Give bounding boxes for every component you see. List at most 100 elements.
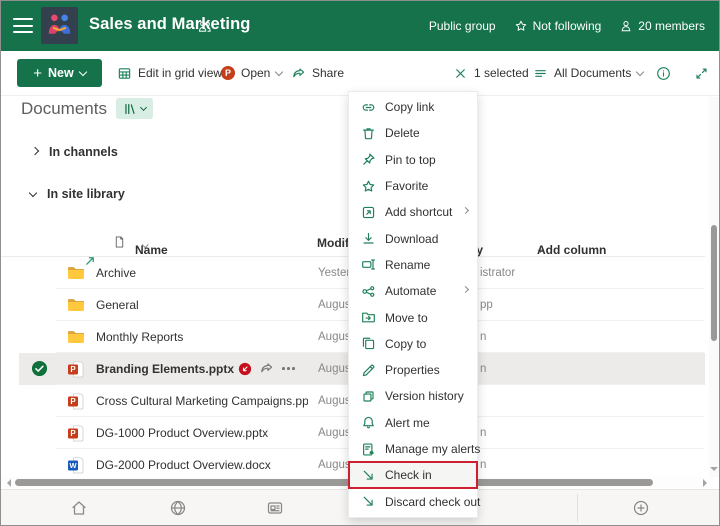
file-name[interactable]: Branding Elements.pptx	[96, 362, 234, 376]
file-name[interactable]: Cross Cultural Marketing Campaigns.pptx	[96, 394, 308, 408]
teams-icon[interactable]	[197, 19, 212, 34]
add-shortcut-icon	[361, 205, 376, 220]
open-button[interactable]: P Open	[221, 59, 282, 87]
mouse-cursor	[85, 253, 96, 264]
alert-bell-icon	[361, 415, 376, 430]
modified-by-cell: n	[480, 363, 486, 375]
share-icon[interactable]	[259, 361, 274, 376]
view-style-pill[interactable]	[116, 98, 153, 119]
menu-item-label: Manage my alerts	[385, 442, 480, 456]
menu-item-properties[interactable]: Properties	[349, 357, 477, 383]
modified-cell: August	[318, 331, 348, 343]
modified-cell: August	[318, 299, 348, 311]
menu-item-check-in[interactable]: Check in	[349, 462, 477, 488]
menu-item-label: Automate	[385, 284, 436, 298]
menu-item-label: Rename	[385, 258, 430, 272]
file-name[interactable]: DG-2000 Product Overview.docx	[96, 458, 271, 472]
share-button[interactable]: Share	[291, 59, 344, 87]
submenu-chevron-icon	[462, 286, 469, 293]
context-menu: Copy link Delete Pin to top FavoriteAdd sho…	[348, 91, 478, 518]
download-icon	[361, 231, 376, 246]
menu-item-add-shortcut[interactable]: Add shortcut	[349, 199, 477, 225]
library-heading: Documents	[21, 98, 153, 119]
discard-check-out-icon	[361, 494, 376, 509]
check-in-icon	[361, 468, 376, 483]
selected-check-icon[interactable]	[31, 360, 48, 377]
modified-cell: August	[318, 363, 348, 375]
file-name[interactable]: General	[96, 298, 139, 312]
file-name[interactable]: Archive	[96, 266, 136, 280]
add-icon[interactable]	[632, 499, 650, 517]
menu-item-delete[interactable]: Delete	[349, 120, 477, 146]
menu-item-label: Alert me	[385, 416, 430, 430]
view-selector[interactable]: All Documents	[533, 59, 643, 87]
menu-item-alert-me[interactable]: Alert me	[349, 410, 477, 436]
menu-item-copy-link[interactable]: Copy link	[349, 94, 477, 120]
chevron-down-icon	[140, 103, 147, 110]
folder-file-icon	[67, 296, 85, 314]
menu-item-pin-to-top[interactable]: Pin to top	[349, 147, 477, 173]
folder-file-icon	[67, 264, 85, 282]
vertical-scrollbar-thumb[interactable]	[711, 225, 718, 341]
section-label: In channels	[49, 145, 118, 159]
menu-item-automate[interactable]: Automate	[349, 278, 477, 304]
properties-pencil-icon	[361, 363, 376, 378]
svg-text:P: P	[70, 365, 76, 374]
pptx-file-icon: P	[67, 360, 85, 378]
chevron-down-icon	[78, 67, 86, 75]
news-icon[interactable]	[266, 499, 284, 517]
modified-by-cell: n	[480, 459, 486, 471]
svg-text:W: W	[69, 461, 77, 470]
chevron-right-icon	[31, 146, 39, 154]
info-button[interactable]	[656, 59, 671, 87]
site-logo[interactable]	[41, 7, 78, 44]
members-button[interactable]: 20 members	[619, 19, 705, 33]
menu-item-copy-to[interactable]: Copy to	[349, 331, 477, 357]
row-more-actions-button[interactable]	[282, 367, 295, 370]
library-title: Documents	[21, 99, 107, 119]
expand-button[interactable]	[694, 59, 709, 87]
version-history-icon	[361, 389, 376, 404]
file-name[interactable]: Monthly Reports	[96, 330, 183, 344]
menu-item-label: Delete	[385, 126, 420, 140]
powerpoint-icon: P	[221, 66, 235, 80]
manage-alerts-icon	[361, 442, 376, 457]
file-type-column-icon[interactable]	[113, 235, 126, 252]
svg-text:P: P	[70, 397, 76, 406]
menu-item-label: Download	[385, 232, 438, 246]
globe-icon[interactable]	[169, 499, 187, 517]
site-title: Sales and Marketing	[89, 15, 250, 34]
section-in-site-library[interactable]: In site library	[30, 187, 125, 201]
scroll-right-arrow[interactable]	[703, 479, 711, 487]
books-icon	[123, 102, 136, 116]
home-icon[interactable]	[70, 499, 88, 517]
menu-item-discard-check-out[interactable]: Discard check out	[349, 488, 477, 514]
scroll-left-arrow[interactable]	[3, 479, 11, 487]
new-button[interactable]: + New	[17, 59, 102, 87]
follow-button[interactable]: Not following	[514, 19, 602, 33]
edit-grid-view-button[interactable]: Edit in grid view	[117, 59, 222, 87]
horizontal-scrollbar-thumb[interactable]	[15, 479, 653, 486]
menu-item-favorite[interactable]: Favorite	[349, 173, 477, 199]
modified-by-cell: istrator	[480, 267, 515, 279]
scroll-down-arrow[interactable]	[710, 467, 718, 475]
file-name[interactable]: DG-1000 Product Overview.pptx	[96, 426, 268, 440]
privacy-label: Public group	[429, 19, 496, 33]
section-in-channels[interactable]: In channels	[32, 145, 118, 159]
menu-item-version-history[interactable]: Version history	[349, 383, 477, 409]
menu-item-download[interactable]: Download	[349, 225, 477, 251]
menu-item-manage-my-alerts[interactable]: Manage my alerts	[349, 436, 477, 462]
menu-item-label: Pin to top	[385, 153, 436, 167]
vertical-scrollbar[interactable]	[709, 97, 719, 477]
menu-item-label: Copy link	[385, 100, 434, 114]
share-icon	[291, 66, 306, 81]
menu-item-move-to[interactable]: Move to	[349, 304, 477, 330]
menu-item-label: Version history	[385, 389, 464, 403]
star-icon	[514, 19, 528, 33]
clear-selection-button[interactable]: 1 selected	[453, 59, 529, 87]
person-icon	[619, 19, 633, 33]
rename-icon	[361, 257, 376, 272]
modified-cell: August	[318, 427, 348, 439]
hamburger-menu-icon[interactable]	[13, 18, 33, 34]
menu-item-rename[interactable]: Rename	[349, 252, 477, 278]
